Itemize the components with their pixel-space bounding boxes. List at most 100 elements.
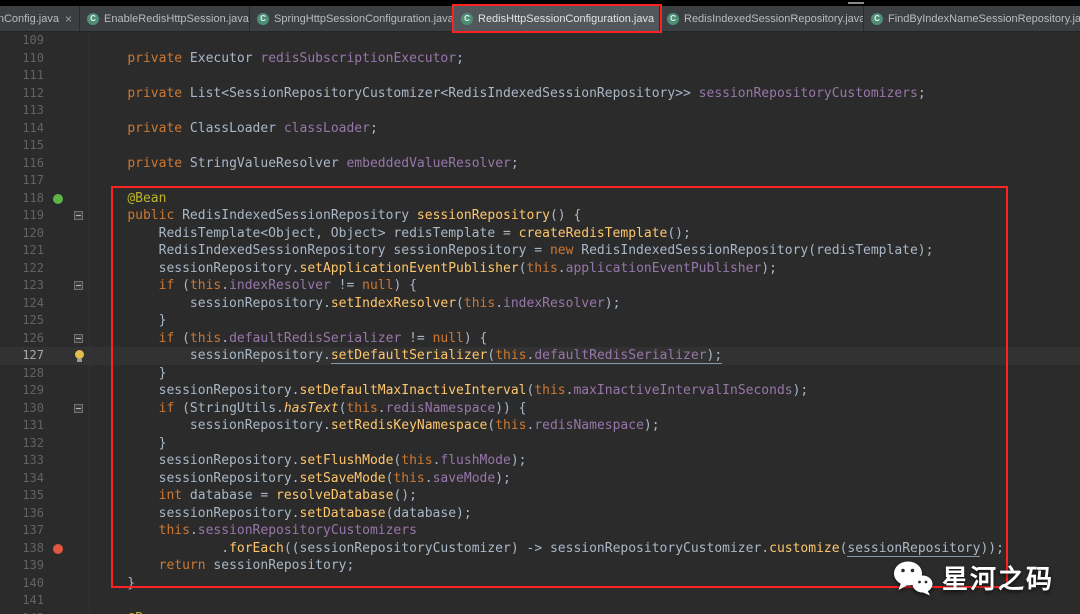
line-number[interactable]: 132 xyxy=(0,435,48,453)
code-line-117[interactable]: 117 xyxy=(0,172,1080,190)
line-number[interactable]: 121 xyxy=(0,242,48,260)
watermark-text: 星河之码 xyxy=(941,564,1054,594)
code-line-109[interactable]: 109 xyxy=(0,32,1080,50)
code-line-129[interactable]: 129 sessionRepository.setDefaultMaxInact… xyxy=(0,382,1080,400)
line-number[interactable]: 120 xyxy=(0,225,48,243)
code-text: sessionRepository.setSaveMode(this.saveM… xyxy=(96,470,511,486)
line-number[interactable]: 134 xyxy=(0,470,48,488)
line-number[interactable]: 115 xyxy=(0,137,48,155)
line-number[interactable]: 138 xyxy=(0,540,48,558)
fold-collapse-icon[interactable] xyxy=(74,333,83,343)
line-number[interactable]: 137 xyxy=(0,522,48,540)
code-line-130[interactable]: 130 if (StringUtils.hasText(this.redisNa… xyxy=(0,399,1080,418)
line-number[interactable]: 140 xyxy=(0,575,48,593)
tab-close-icon[interactable]: × xyxy=(659,13,660,25)
code-line-134[interactable]: 134 sessionRepository.setSaveMode(this.s… xyxy=(0,469,1080,488)
code-line-114[interactable]: 114 private ClassLoader classLoader; xyxy=(0,119,1080,138)
code-line-122[interactable]: 122 sessionRepository.setApplicationEven… xyxy=(0,259,1080,278)
code-line-124[interactable]: 124 sessionRepository.setIndexResolver(t… xyxy=(0,294,1080,313)
fold-cell xyxy=(70,434,90,452)
code-line-138[interactable]: 138 .forEach((sessionRepositoryCustomize… xyxy=(0,539,1080,558)
code-editor[interactable]: 109 110 private Executor redisSubscriptio… xyxy=(0,32,1080,614)
code-line-116[interactable]: 116 private StringValueResolver embedded… xyxy=(0,154,1080,173)
line-number[interactable]: 139 xyxy=(0,557,48,575)
code-line-142[interactable]: 142 @Bean xyxy=(0,609,1080,614)
line-number[interactable]: 116 xyxy=(0,155,48,173)
line-number[interactable]: 123 xyxy=(0,277,48,295)
gutter-icon-cell xyxy=(48,540,70,558)
line-number[interactable]: 109 xyxy=(0,32,48,50)
fold-collapse-icon[interactable] xyxy=(74,211,83,220)
fold-cell xyxy=(70,119,90,137)
line-number[interactable]: 131 xyxy=(0,417,48,435)
code-line-126[interactable]: 126 if (this.defaultRedisSerializer != n… xyxy=(0,329,1080,348)
code-line-137[interactable]: 137 this.sessionRepositoryCustomizers xyxy=(0,522,1080,540)
code-line-132[interactable]: 132 } xyxy=(0,434,1080,453)
editor-tab-2[interactable]: CEnableRedisHttpSession.java× xyxy=(80,6,250,31)
line-number[interactable]: 141 xyxy=(0,592,48,610)
code-line-113[interactable]: 113 xyxy=(0,102,1080,120)
code-line-127[interactable]: 127 sessionRepository.setDefaultSerializ… xyxy=(0,347,1080,365)
editor-tab-3[interactable]: CSpringHttpSessionConfiguration.java× xyxy=(250,6,454,31)
editor-tab-5[interactable]: C RedisIndexedSessionRepository.java × xyxy=(660,6,864,31)
code-line-115[interactable]: 115 xyxy=(0,137,1080,155)
code-line-110[interactable]: 110 private Executor redisSubscriptionEx… xyxy=(0,49,1080,68)
fold-cell xyxy=(70,539,90,557)
spring-bean-icon[interactable] xyxy=(53,193,63,204)
line-number[interactable]: 129 xyxy=(0,382,48,400)
java-class-icon: C xyxy=(871,12,883,25)
code-line-119[interactable]: 119 public RedisIndexedSessionRepository… xyxy=(0,207,1080,225)
line-number[interactable]: 124 xyxy=(0,295,48,313)
intention-bulb-icon[interactable] xyxy=(75,350,84,362)
line-number[interactable]: 130 xyxy=(0,400,48,418)
tab-label: nConfig.java xyxy=(0,12,59,25)
code-line-111[interactable]: 111 xyxy=(0,67,1080,85)
code-line-125[interactable]: 125 } xyxy=(0,312,1080,330)
editor-tab-4[interactable]: C RedisHttpSessionConfiguration.java × xyxy=(454,6,660,31)
code-line-123[interactable]: 123 if (this.indexResolver != null) { xyxy=(0,277,1080,295)
code-line-135[interactable]: 135 int database = resolveDatabase(); xyxy=(0,487,1080,505)
line-number[interactable]: 112 xyxy=(0,85,48,103)
line-number[interactable]: 128 xyxy=(0,365,48,383)
line-number[interactable]: 136 xyxy=(0,505,48,523)
fold-collapse-icon[interactable] xyxy=(74,403,83,413)
line-number[interactable]: 125 xyxy=(0,312,48,330)
tab-close-icon[interactable]: × xyxy=(64,13,72,25)
line-number[interactable]: 114 xyxy=(0,120,48,138)
line-number[interactable]: 113 xyxy=(0,102,48,120)
line-number[interactable]: 127 xyxy=(0,347,48,365)
code-line-112[interactable]: 112 private List<SessionRepositoryCustom… xyxy=(0,84,1080,103)
gutter-icon-cell xyxy=(48,452,70,470)
code-text: sessionRepository.setIndexResolver(this.… xyxy=(96,295,621,311)
code-line-118[interactable]: 118 @Bean xyxy=(0,189,1080,208)
editor-tab-1[interactable]: nConfig.java × xyxy=(0,6,80,31)
code-line-131[interactable]: 131 sessionRepository.setRedisKeyNamespa… xyxy=(0,417,1080,435)
fold-cell xyxy=(70,207,90,225)
code-line-128[interactable]: 128 } xyxy=(0,364,1080,383)
code-line-136[interactable]: 136 sessionRepository.setDatabase(databa… xyxy=(0,504,1080,523)
line-number[interactable]: 126 xyxy=(0,330,48,348)
editor-tab-6[interactable]: C FindByIndexNameSessionRepository.java xyxy=(864,6,1080,31)
gutter-marker-icon[interactable] xyxy=(53,543,63,554)
fold-cell xyxy=(70,32,90,50)
code-line-133[interactable]: 133 sessionRepository.setFlushMode(this.… xyxy=(0,452,1080,470)
line-number[interactable]: 110 xyxy=(0,50,48,68)
line-number[interactable]: 118 xyxy=(0,190,48,208)
code-line-121[interactable]: 121 RedisIndexedSessionRepository sessio… xyxy=(0,242,1080,260)
line-number[interactable]: 122 xyxy=(0,260,48,278)
line-number[interactable]: 142 xyxy=(0,610,48,614)
code-text: private StringValueResolver embeddedValu… xyxy=(127,155,519,171)
tab-label: RedisHttpSessionConfiguration.java xyxy=(478,12,655,25)
gutter-icon-cell xyxy=(48,330,70,348)
line-number[interactable]: 135 xyxy=(0,487,48,505)
gutter-icon-cell xyxy=(48,207,70,225)
line-number[interactable]: 111 xyxy=(0,67,48,85)
line-number[interactable]: 119 xyxy=(0,207,48,225)
fold-cell xyxy=(70,277,90,295)
fold-collapse-icon[interactable] xyxy=(74,281,83,290)
gutter-icon-cell xyxy=(48,120,70,138)
line-number[interactable]: 117 xyxy=(0,172,48,190)
line-number[interactable]: 133 xyxy=(0,452,48,470)
code-line-120[interactable]: 120 RedisTemplate<Object, Object> redisT… xyxy=(0,224,1080,243)
